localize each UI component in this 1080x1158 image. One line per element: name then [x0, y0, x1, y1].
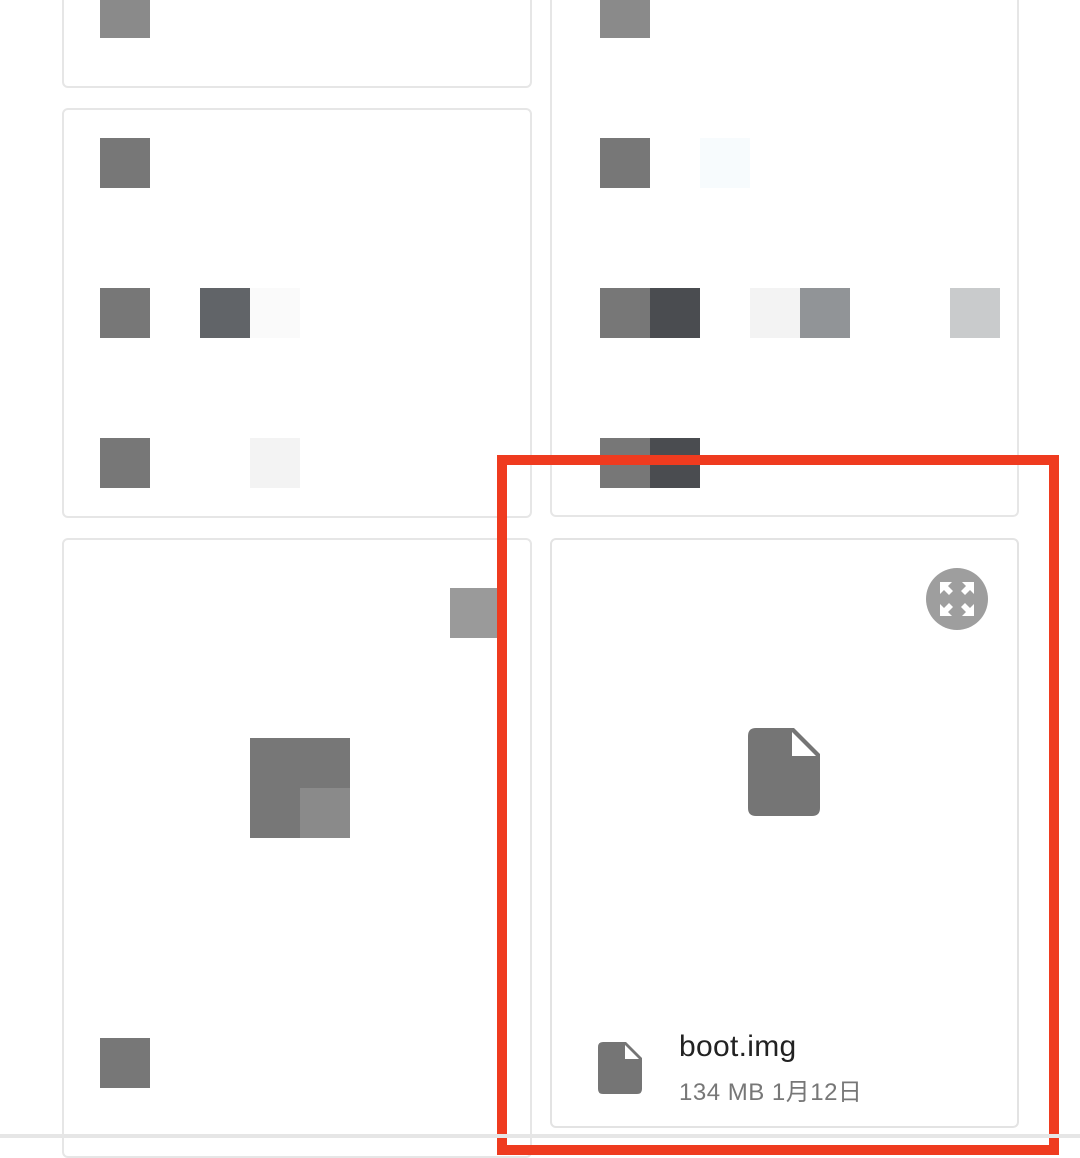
redacted-thumbnail: [600, 288, 650, 338]
bottom-divider: [0, 1134, 1080, 1138]
redacted-thumbnail: [600, 138, 650, 188]
redacted-thumbnail: [100, 0, 150, 38]
redacted-thumbnail: [100, 438, 150, 488]
redacted-thumbnail: [750, 288, 800, 338]
redacted-thumbnail: [100, 138, 150, 188]
redacted-thumbnail: [300, 788, 350, 838]
redacted-thumbnail: [600, 0, 650, 38]
redacted-thumbnail: [250, 738, 300, 788]
redacted-thumbnail: [950, 288, 1000, 338]
redacted-thumbnail: [200, 288, 250, 338]
redacted-thumbnail: [800, 288, 850, 338]
redacted-thumbnail: [450, 588, 500, 638]
redacted-thumbnail: [100, 1038, 150, 1088]
redacted-thumbnail: [250, 288, 300, 338]
selection-highlight: [497, 455, 1059, 1155]
redacted-thumbnail: [250, 438, 300, 488]
redacted-thumbnail: [100, 288, 150, 338]
redacted-thumbnail: [700, 138, 750, 188]
redacted-thumbnail: [650, 288, 700, 338]
redacted-thumbnail: [250, 788, 300, 838]
redacted-thumbnail: [300, 738, 350, 788]
